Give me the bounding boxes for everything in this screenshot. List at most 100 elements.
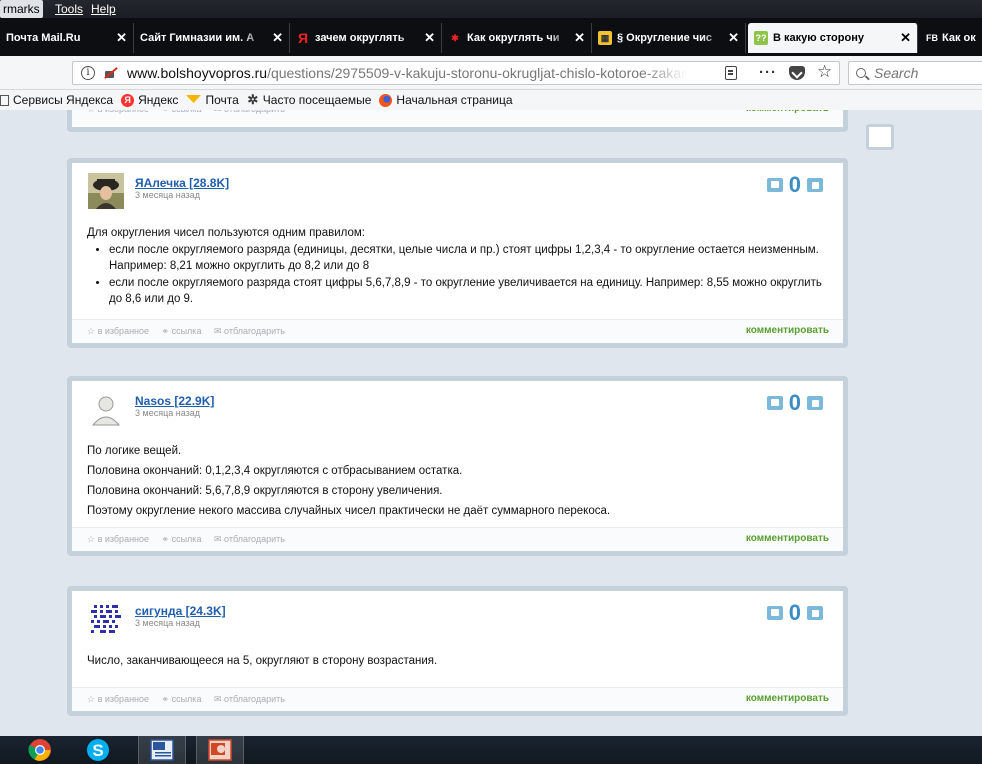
favorite-link[interactable]: ☆ в избранное (87, 110, 149, 114)
services-icon (0, 94, 9, 106)
card-header: Nasos [22.9K] 3 месяца назад 0 (72, 381, 843, 429)
bookmark-mail[interactable]: Почта (186, 93, 239, 107)
thank-link[interactable]: ✉ отблагодарить (214, 326, 285, 336)
thumbs-up-icon[interactable] (807, 606, 823, 620)
footer-links: ☆ в избранное ⚭ ссылка ✉ отблагодарить (87, 694, 295, 705)
tab-strip: Почта Mail.Ru ✕ Сайт Гимназии им. А ✕ Я … (0, 18, 982, 56)
bookmark-start-page[interactable]: Начальная страница (379, 93, 513, 107)
thumbs-up-icon[interactable] (807, 396, 823, 410)
thumbs-up-icon[interactable] (807, 178, 823, 192)
url-bar[interactable]: i www.bolshoyvopros.ru/questions/2975509… (72, 61, 840, 85)
menu-help[interactable]: Help (88, 0, 119, 18)
comment-link[interactable]: комментировать (746, 533, 829, 544)
vote-count: 0 (788, 390, 801, 415)
author-link[interactable]: ЯАлечка [28.8K] (135, 176, 229, 190)
footer-links: ☆ в избранное ⚭ ссылка ✉ отблагодарить (87, 110, 295, 115)
word-icon[interactable] (138, 736, 186, 764)
close-icon[interactable]: ✕ (574, 30, 585, 46)
answer-text: Для округления чисел пользуются одним пр… (87, 227, 365, 239)
share-link[interactable]: ⚭ ссылка (162, 326, 202, 336)
list-item: если после округляемого разряда стоят ци… (109, 275, 828, 308)
answer-line: Половина окончаний: 5,6,7,8,9 округляютс… (87, 485, 443, 497)
bookmark-label: Часто посещаемые (262, 93, 372, 107)
comment-link[interactable]: комментировать (746, 325, 829, 336)
tab-mail[interactable]: Почта Mail.Ru ✕ (0, 23, 134, 53)
share-link[interactable]: ⚭ ссылка (162, 110, 202, 114)
answer-list: если после округляемого разряда (единицы… (109, 242, 828, 308)
bookmark-yandex-services[interactable]: Сервисы Яндекса (0, 93, 113, 107)
info-icon[interactable]: i (81, 66, 95, 80)
menu-tools[interactable]: Tools (52, 0, 86, 18)
search-bar[interactable] (848, 61, 982, 85)
chrome-icon[interactable] (16, 736, 64, 764)
answer-card: ЯАлечка [28.8K] 3 месяца назад 0 Для окр… (67, 158, 848, 348)
vote-down-icon[interactable] (766, 396, 783, 410)
share-link[interactable]: ⚭ ссылка (162, 694, 202, 704)
powerpoint-icon[interactable] (196, 736, 244, 764)
favorite-link[interactable]: ☆ в избранное (87, 534, 149, 544)
close-icon[interactable]: ✕ (424, 30, 435, 46)
author-link[interactable]: сигунда [24.3K] (135, 604, 226, 618)
bookmark-most-visited[interactable]: ✲ Часто посещаемые (247, 92, 372, 107)
reader-view-icon[interactable] (725, 66, 737, 80)
tab-label: Как округлять чи (467, 32, 560, 44)
card-footer: ☆ в избранное ⚭ ссылка ✉ отблагодарить к… (72, 687, 843, 711)
tab-gymnasium[interactable]: Сайт Гимназии им. А ✕ (134, 23, 290, 53)
tab-fb[interactable]: FB Как округл (920, 23, 982, 53)
favorite-link[interactable]: ☆ в избранное (87, 694, 149, 704)
answer-line: Поэтому округление некого массива случай… (87, 505, 611, 517)
bookmark-yandex[interactable]: Я Яндекс (121, 93, 178, 107)
author-link[interactable]: Nasos [22.9K] (135, 394, 214, 408)
close-icon[interactable]: ✕ (116, 30, 127, 46)
vote-down-icon[interactable] (766, 178, 783, 192)
book-icon: ▦ (598, 31, 612, 45)
answer-body: По логике вещей. Половина окончаний: 0,1… (72, 429, 843, 527)
answer-card: Nasos [22.9K] 3 месяца назад 0 По логике… (67, 376, 848, 556)
answer-card: сигунда [24.3K] 3 месяца назад 0 Число, … (67, 586, 848, 716)
answer-line: По логике вещей. (87, 445, 182, 457)
thank-link[interactable]: ✉ отблагодарить (214, 110, 285, 114)
pocket-icon[interactable] (789, 66, 805, 80)
comment-link[interactable]: комментировать (746, 110, 829, 114)
answer-body: Для округления чисел пользуются одним пр… (72, 211, 843, 319)
footer-links: ☆ в избранное ⚭ ссылка ✉ отблагодарить (87, 534, 295, 545)
answer-date: 3 месяца назад (135, 190, 200, 200)
avatar[interactable] (88, 173, 124, 209)
tab-yandex-search[interactable]: Я зачем округлять ✕ (290, 23, 442, 53)
vote-down-icon[interactable] (766, 606, 783, 620)
share-link[interactable]: ⚭ ссылка (162, 534, 202, 544)
tab-rounding-numbers[interactable]: ▦ § Округление чис ✕ (592, 23, 746, 53)
page-actions-icon[interactable]: ··· (759, 64, 777, 81)
vote-count: 0 (788, 600, 801, 625)
close-icon[interactable]: ✕ (728, 30, 739, 46)
firefox-icon (379, 93, 393, 107)
answer-line: Половина окончаний: 0,1,2,3,4 округляютс… (87, 465, 463, 477)
avatar[interactable] (88, 601, 124, 637)
bolshoy-vopros-icon: ?? (754, 31, 768, 45)
answer-body: Число, заканчивающееся на 5, округляют в… (72, 639, 843, 687)
thank-link[interactable]: ✉ отблагодарить (214, 694, 285, 704)
menu-bookmarks[interactable]: rmarks (0, 0, 43, 18)
answer-line: Число, заканчивающееся на 5, округляют в… (87, 655, 438, 667)
bookmark-star-icon[interactable]: ☆ (817, 62, 832, 82)
side-widget[interactable] (866, 124, 894, 150)
skype-icon[interactable]: S (74, 736, 122, 764)
tab-which-way[interactable]: ?? В какую сторону ✕ (748, 23, 918, 53)
favorite-link[interactable]: ☆ в избранное (87, 326, 149, 336)
previous-answer-card: ☆ в избранное ⚭ ссылка ✉ отблагодарить к… (67, 110, 848, 132)
card-header: ЯАлечка [28.8K] 3 месяца назад 0 (72, 163, 843, 211)
close-icon[interactable]: ✕ (272, 30, 283, 46)
url-text[interactable]: www.bolshoyvopros.ru/questions/2975509-v… (127, 65, 687, 81)
tab-how-to-round[interactable]: ✱ Как округлять чи ✕ (442, 23, 592, 53)
search-input[interactable] (874, 65, 982, 81)
avatar[interactable] (88, 391, 124, 427)
comment-link[interactable]: комментировать (746, 693, 829, 704)
vote-widget: 0 (766, 390, 823, 415)
close-icon[interactable]: ✕ (900, 30, 911, 46)
bookmark-label: Начальная страница (396, 93, 513, 107)
insecure-connection-icon[interactable] (103, 67, 118, 79)
thank-link[interactable]: ✉ отблагодарить (214, 534, 285, 544)
url-domain: www.bolshoyvopros.ru (127, 65, 268, 81)
bookmark-label: Почта (205, 93, 239, 107)
bug-icon: ✱ (451, 32, 459, 43)
